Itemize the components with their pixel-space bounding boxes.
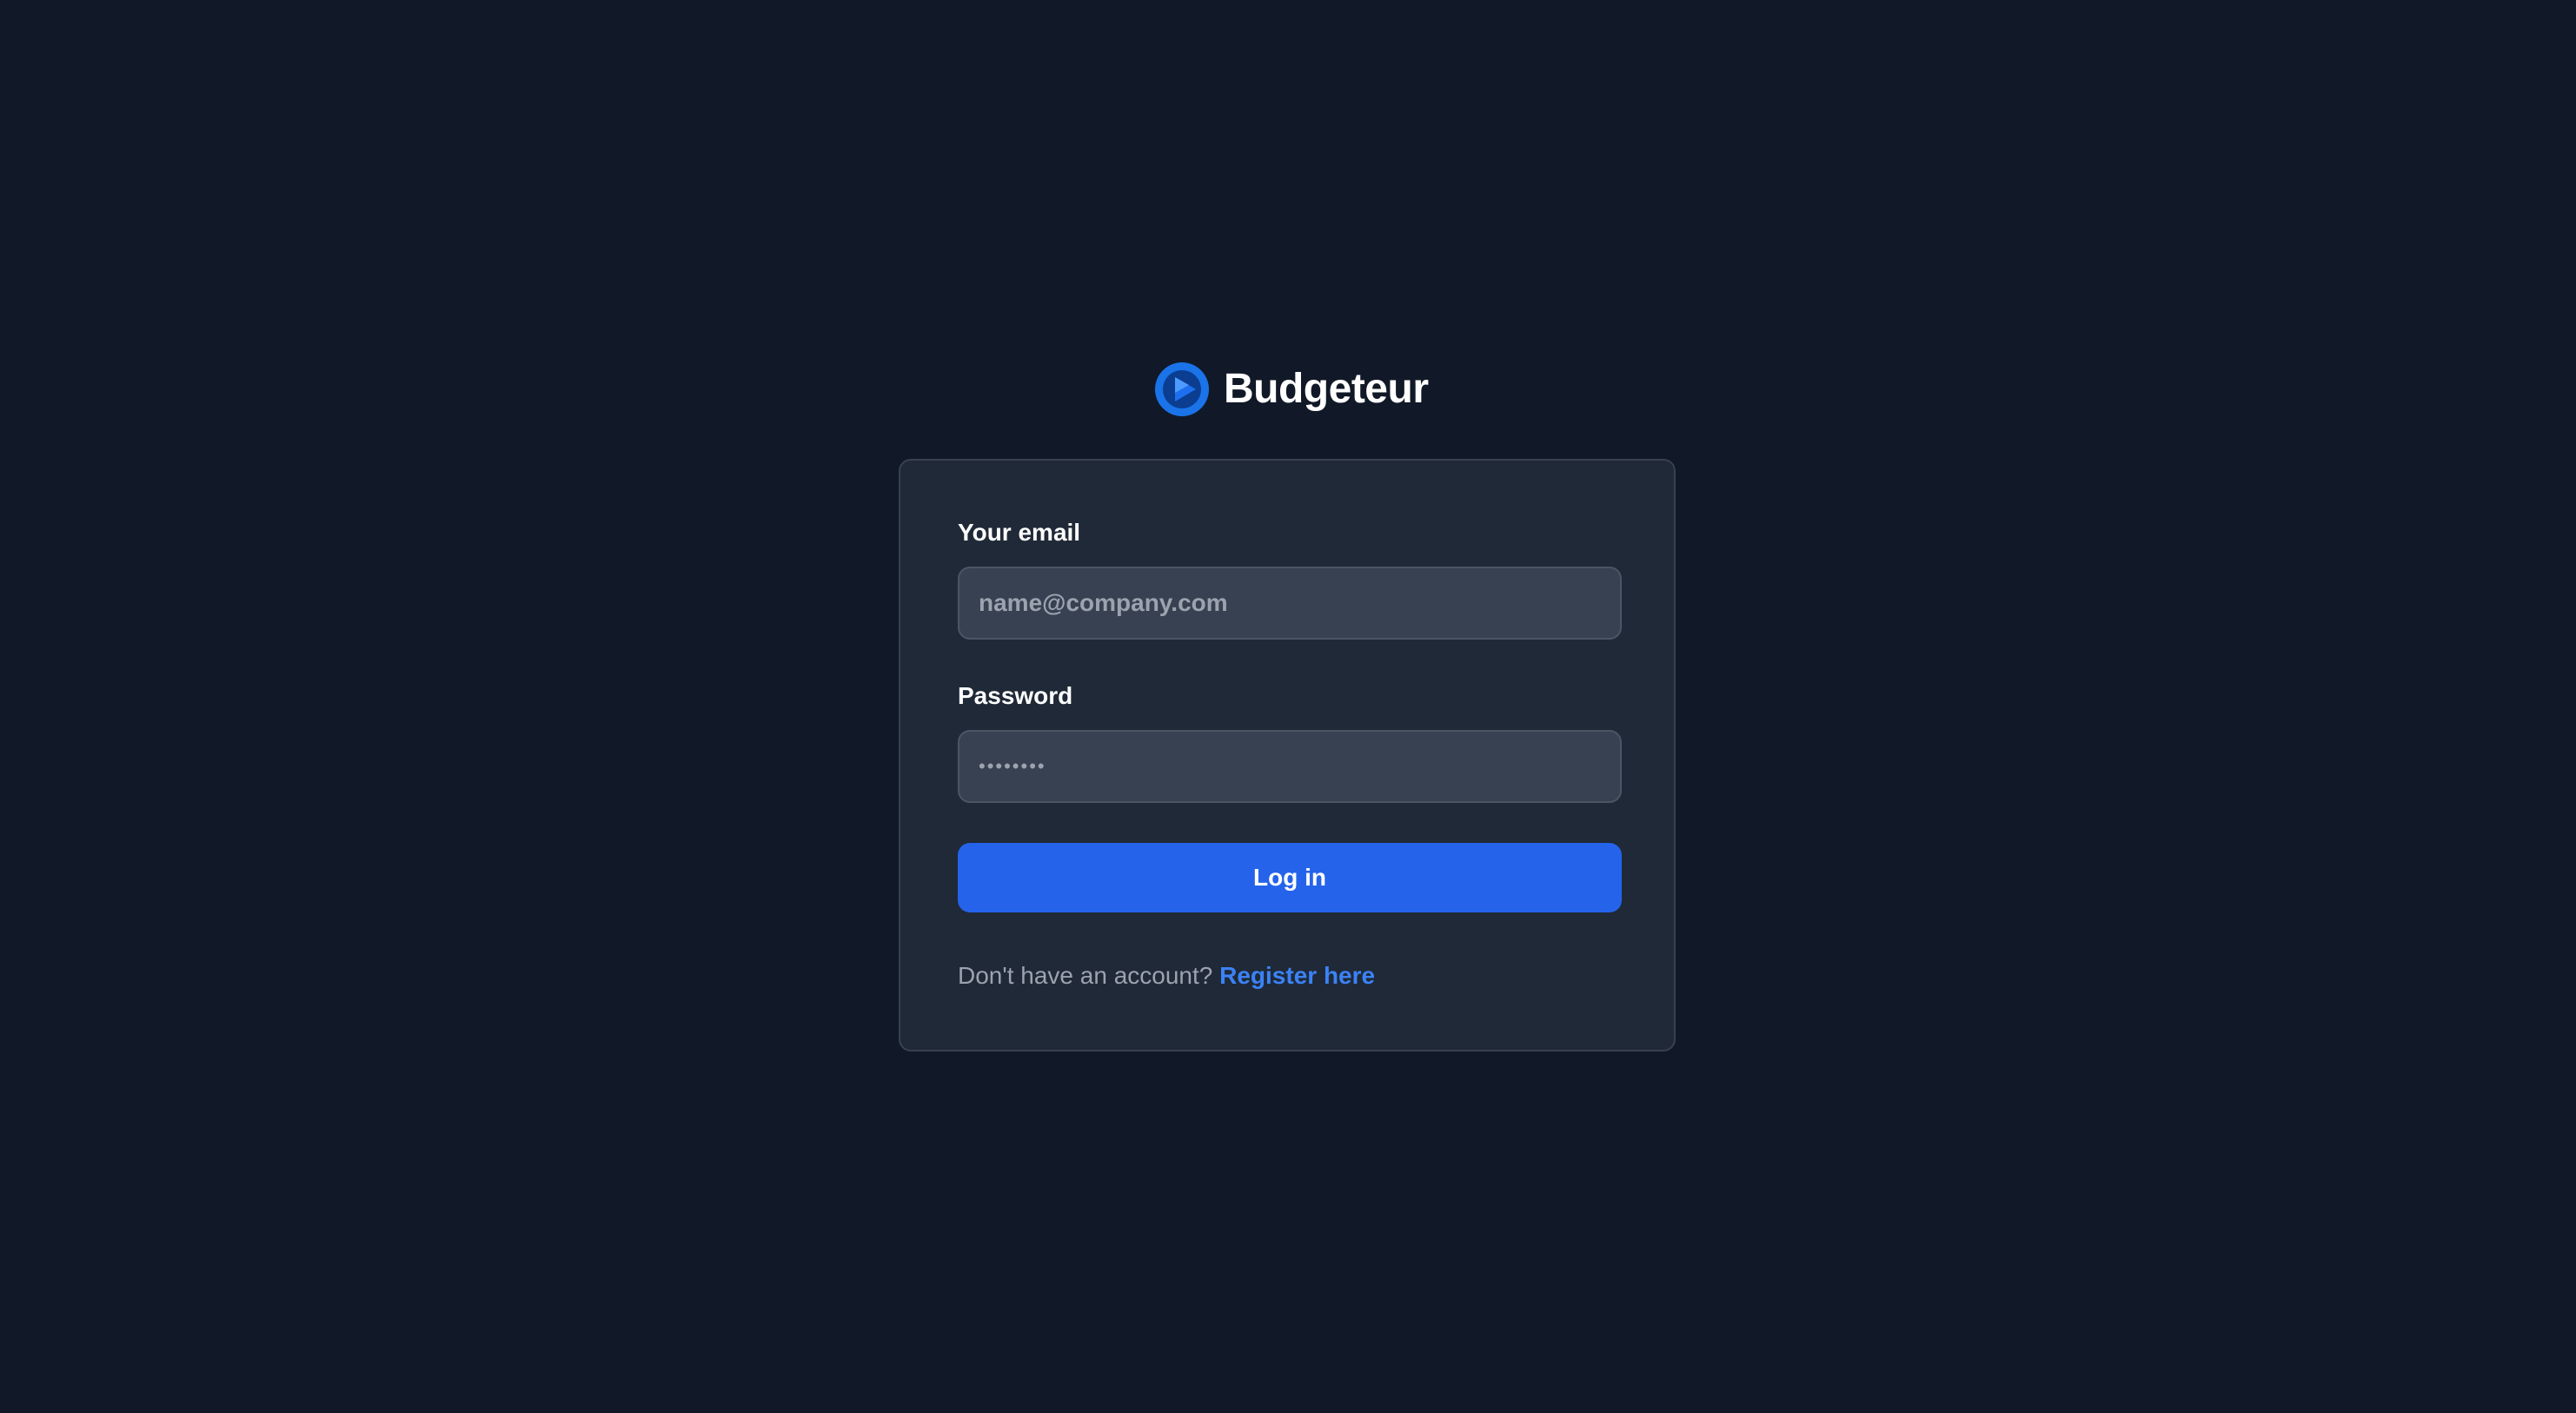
register-prompt-row: Don't have an account? Register here: [958, 961, 1375, 991]
password-field[interactable]: ••••••••: [958, 730, 1622, 803]
password-masked-value: ••••••••: [979, 755, 1046, 777]
register-prompt-text: Don't have an account?: [958, 962, 1213, 989]
email-placeholder: name@company.com: [979, 589, 1228, 616]
login-page: Budgeteur Your email name@company.com Pa…: [0, 0, 2576, 1413]
brand-header: Budgeteur: [1154, 360, 1429, 419]
email-label: Your email: [958, 519, 1081, 546]
email-field[interactable]: name@company.com: [958, 567, 1622, 640]
brand-name: Budgeteur: [1224, 366, 1429, 412]
login-card: Your email name@company.com Password •••…: [899, 459, 1676, 1051]
password-label: Password: [958, 682, 1073, 709]
budgeteur-logo-icon: [1154, 362, 1210, 417]
login-button[interactable]: Log in: [958, 843, 1622, 912]
register-link[interactable]: Register here: [1219, 962, 1375, 989]
